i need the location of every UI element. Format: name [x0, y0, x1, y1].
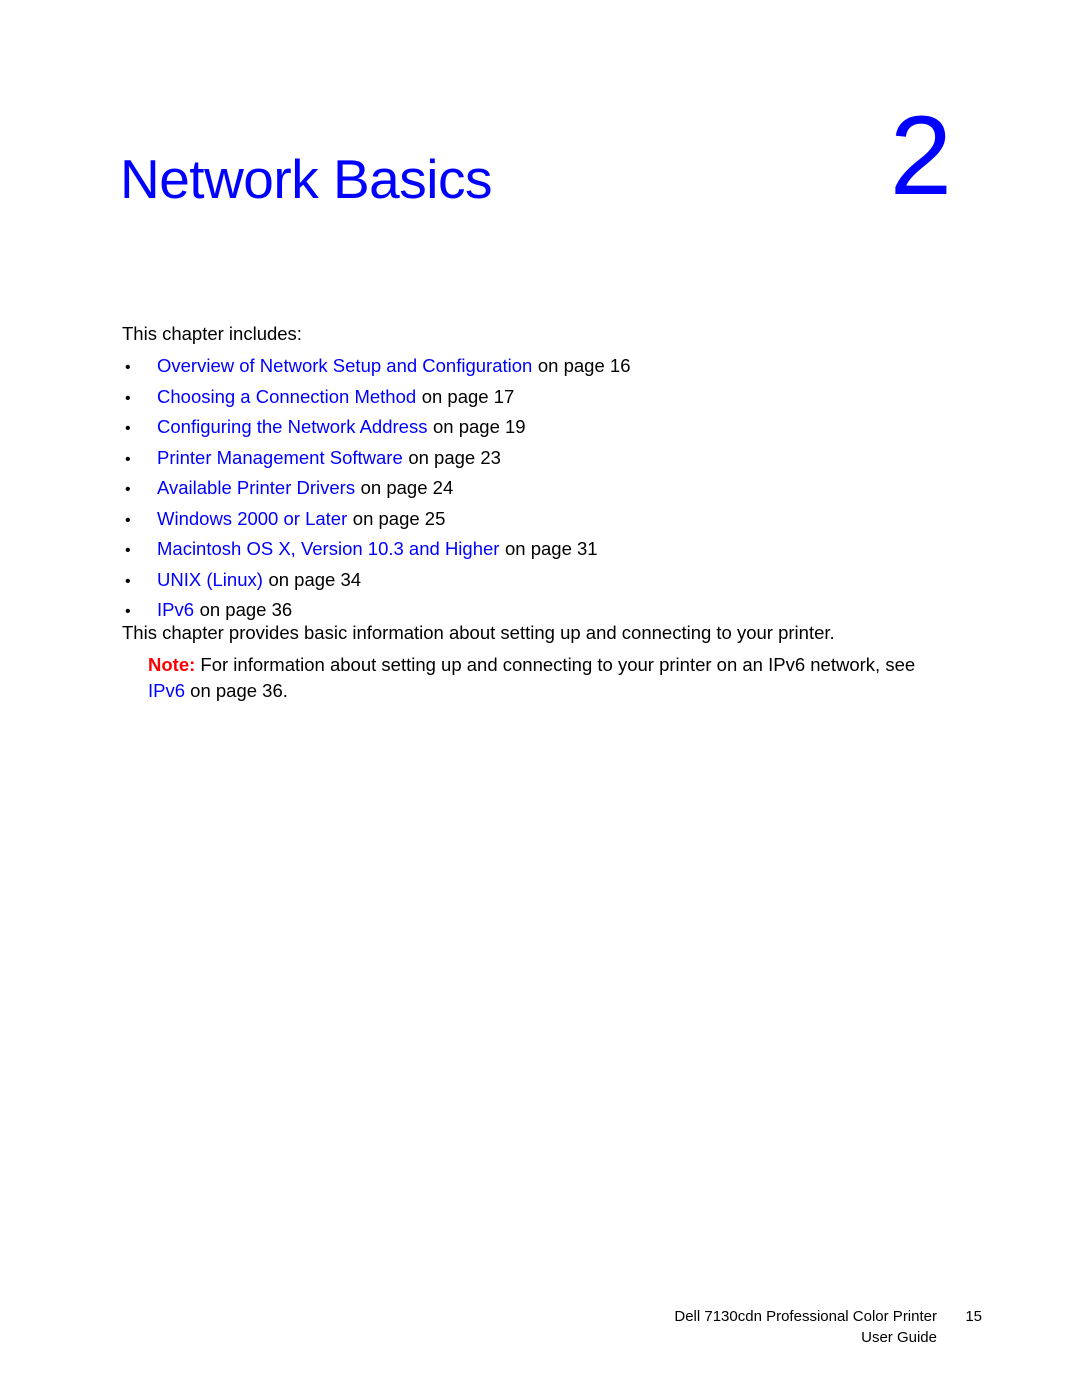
note-label: Note: [148, 654, 196, 675]
document-page: Network Basics 2 This chapter includes: … [0, 0, 1080, 1397]
toc-page-reference: on page 24 [360, 477, 454, 498]
footer-page-number: 15 [965, 1308, 982, 1325]
bullet-icon: • [125, 542, 131, 559]
note-link[interactable]: IPv6 [148, 680, 185, 701]
toc-link[interactable]: Configuring the Network Address [157, 413, 427, 442]
note-text-after-link: on page 36. [190, 680, 288, 701]
footer-document-title: Dell 7130cdn Professional Color Printer [674, 1308, 937, 1325]
toc-link[interactable]: Overview of Network Setup and Configurat… [157, 352, 532, 381]
note-block: Note: For information about setting up a… [148, 652, 948, 704]
chapter-contents-list: • Overview of Network Setup and Configur… [122, 352, 942, 627]
chapter-intro-text: This chapter includes: [122, 323, 302, 344]
bullet-icon: • [125, 420, 131, 437]
toc-page-reference: on page 34 [268, 568, 362, 590]
toc-page-reference: on page 31 [505, 538, 598, 559]
toc-link[interactable]: Printer Management Software [157, 444, 403, 473]
list-item[interactable]: • Available Printer Drivers on page 24 [122, 474, 942, 505]
toc-page-reference: on page 25 [352, 507, 446, 529]
bullet-icon: • [125, 450, 131, 468]
list-item[interactable]: • Choosing a Connection Method on page 1… [122, 383, 942, 414]
page-footer: Dell 7130cdn Professional Color Printer … [0, 1306, 1080, 1366]
note-text-before-link: For information about setting up and con… [200, 654, 916, 675]
footer-guide-label: User Guide [861, 1329, 937, 1346]
bullet-icon: • [125, 359, 131, 376]
bullet-icon: • [125, 389, 131, 407]
chapter-number: 2 [889, 93, 952, 218]
toc-link[interactable]: Windows 2000 or Later [157, 505, 347, 534]
toc-link[interactable]: Choosing a Connection Method [157, 383, 416, 412]
chapter-header: Network Basics 2 [120, 100, 960, 212]
list-item[interactable]: • UNIX (Linux) on page 34 [122, 566, 942, 597]
toc-link[interactable]: Available Printer Drivers [157, 474, 355, 503]
list-item[interactable]: • Macintosh OS X, Version 10.3 and Highe… [122, 535, 942, 566]
toc-link[interactable]: UNIX (Linux) [157, 566, 263, 595]
bullet-icon: • [125, 481, 131, 498]
list-item[interactable]: • Overview of Network Setup and Configur… [122, 352, 942, 383]
toc-page-reference: on page 23 [408, 446, 501, 468]
bullet-icon: • [125, 511, 131, 529]
toc-link[interactable]: Macintosh OS X, Version 10.3 and Higher [157, 535, 499, 564]
toc-page-reference: on page 19 [433, 416, 526, 437]
list-item[interactable]: • Printer Management Software on page 23 [122, 444, 942, 475]
list-item[interactable]: • Windows 2000 or Later on page 25 [122, 505, 942, 536]
bullet-icon: • [125, 572, 131, 590]
page-title: Network Basics [120, 148, 492, 210]
body-paragraph: This chapter provides basic information … [122, 622, 835, 643]
toc-page-reference: on page 16 [537, 355, 631, 376]
toc-page-reference: on page 17 [421, 385, 515, 407]
list-item[interactable]: • Configuring the Network Address on pag… [122, 413, 942, 444]
